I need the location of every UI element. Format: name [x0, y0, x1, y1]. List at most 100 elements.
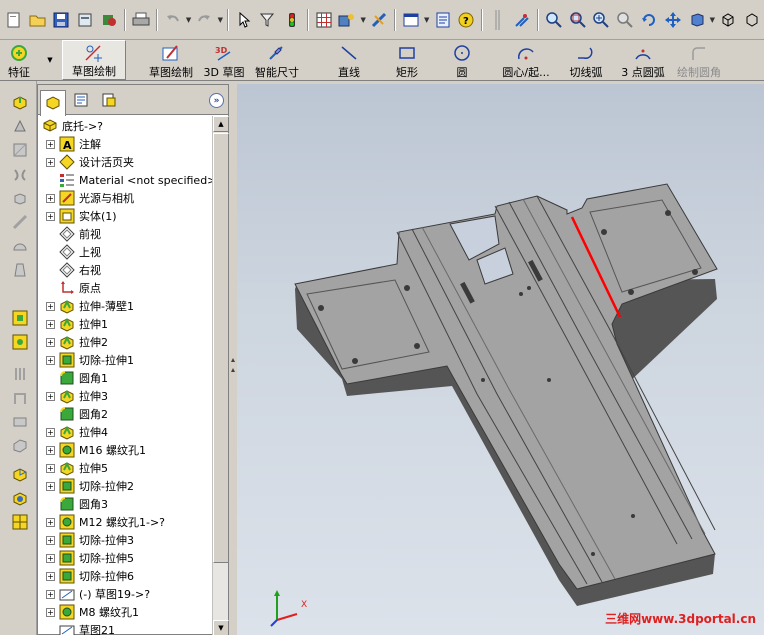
select-filter-icon[interactable]: [257, 9, 279, 31]
measure-icon[interactable]: [368, 9, 390, 31]
tree-item[interactable]: + 光源与相机: [46, 189, 134, 207]
expand-icon[interactable]: +: [46, 319, 55, 329]
tree-item[interactable]: + 切除-拉伸1: [46, 351, 134, 369]
line-button[interactable]: 直线: [326, 40, 372, 80]
tree-item[interactable]: + 拉伸1: [46, 315, 108, 333]
help-icon[interactable]: ?: [455, 9, 477, 31]
tree-item[interactable]: 上视: [46, 243, 101, 261]
tree-item[interactable]: + M8 螺纹孔1: [46, 603, 139, 621]
circle-button[interactable]: 圆: [444, 40, 480, 80]
expand-icon[interactable]: +: [46, 337, 55, 347]
tree-item[interactable]: + 拉伸5: [46, 459, 108, 477]
expand-icon[interactable]: +: [46, 517, 55, 527]
zoom-to-fit-icon[interactable]: [543, 9, 565, 31]
tree-item[interactable]: 原点: [46, 279, 101, 297]
pattern-icon[interactable]: [11, 513, 29, 531]
sketch-button[interactable]: 草图绘制: [142, 40, 200, 80]
chamfer-icon[interactable]: [11, 465, 29, 483]
sketch-tab[interactable]: 草图绘制: [62, 40, 126, 80]
centerpoint-arc-button[interactable]: 圆心/起...: [494, 40, 558, 80]
window-dropdown-icon[interactable]: ▼: [423, 9, 431, 31]
expand-panel-icon[interactable]: »: [209, 93, 224, 108]
tree-item[interactable]: 圆角2: [46, 405, 108, 423]
undo-dropdown-icon[interactable]: ▼: [185, 9, 193, 31]
revolve-icon[interactable]: [11, 117, 29, 135]
revolved-cut-icon[interactable]: [11, 333, 29, 351]
shell-icon[interactable]: [11, 189, 29, 207]
cube-view-icon[interactable]: [717, 9, 739, 31]
grid-icon[interactable]: [313, 9, 335, 31]
tree-item[interactable]: + 切除-拉伸3: [46, 531, 134, 549]
view-orientation-dropdown-icon[interactable]: ▼: [708, 9, 716, 31]
tree-item[interactable]: + 切除-拉伸2: [46, 477, 134, 495]
tree-item[interactable]: + M16 螺纹孔1: [46, 441, 146, 459]
expand-icon[interactable]: +: [46, 481, 55, 491]
tree-item[interactable]: + (-) 草图19->?: [46, 585, 150, 603]
expand-icon[interactable]: +: [46, 391, 55, 401]
tree-item[interactable]: + 拉伸4: [46, 423, 108, 441]
print-icon[interactable]: [130, 9, 152, 31]
open-folder-icon[interactable]: [27, 9, 49, 31]
undo-icon[interactable]: [162, 9, 184, 31]
scroll-down-icon[interactable]: ▼: [213, 620, 229, 635]
smart-dimension-button[interactable]: 智能尺寸: [248, 40, 306, 80]
loft-cut-icon[interactable]: [11, 389, 29, 407]
expand-icon[interactable]: +: [46, 445, 55, 455]
pan-icon[interactable]: [662, 9, 684, 31]
graphics-area[interactable]: X 三维网www.3dportal.cn: [237, 84, 764, 635]
expand-icon[interactable]: +: [46, 157, 55, 167]
expand-icon[interactable]: +: [46, 211, 55, 221]
features-dropdown-icon[interactable]: ▼: [38, 40, 62, 80]
appearance-dropdown-icon[interactable]: ▼: [359, 9, 367, 31]
tree-item[interactable]: 草图21: [46, 621, 115, 635]
save-icon[interactable]: [51, 9, 73, 31]
tree-item[interactable]: + 实体(1): [46, 207, 117, 225]
loft-icon[interactable]: [11, 165, 29, 183]
window-icon[interactable]: [400, 9, 422, 31]
properties-icon[interactable]: [432, 9, 454, 31]
edit-appearance-icon[interactable]: [336, 9, 358, 31]
wireframe-icon[interactable]: [741, 9, 763, 31]
features-tab[interactable]: 特征: [0, 40, 38, 80]
part-model[interactable]: [237, 84, 764, 635]
zoom-area-icon[interactable]: [567, 9, 589, 31]
new-document-icon[interactable]: [3, 9, 25, 31]
tangent-arc-button[interactable]: 切线弧: [558, 40, 614, 80]
draft-icon[interactable]: [11, 261, 29, 279]
tree-item[interactable]: + 拉伸-薄壁1: [46, 297, 134, 315]
sweep-cut-icon[interactable]: [11, 365, 29, 383]
tab-configuration-manager[interactable]: [96, 89, 122, 113]
expand-icon[interactable]: +: [46, 301, 55, 311]
options-icon[interactable]: [98, 9, 120, 31]
panel-splitter[interactable]: [229, 84, 237, 635]
rotate-view-icon[interactable]: [638, 9, 660, 31]
tree-item[interactable]: + A 注解: [46, 135, 101, 153]
extrude-boss-icon[interactable]: [11, 93, 29, 111]
tree-item[interactable]: 圆角1: [46, 369, 108, 387]
expand-icon[interactable]: +: [46, 589, 55, 599]
tree-item[interactable]: + 切除-拉伸5: [46, 549, 134, 567]
expand-icon[interactable]: +: [46, 535, 55, 545]
tree-item[interactable]: 圆角3: [46, 495, 108, 513]
extruded-cut-icon[interactable]: [11, 309, 29, 327]
tree-item[interactable]: + 拉伸3: [46, 387, 108, 405]
expand-icon[interactable]: +: [46, 139, 55, 149]
tree-item[interactable]: Material <not specified>: [46, 171, 212, 189]
scroll-up-icon[interactable]: ▲: [213, 116, 229, 132]
expand-icon[interactable]: +: [46, 607, 55, 617]
hole-icon[interactable]: [11, 413, 29, 431]
zoom-in-out-icon[interactable]: [590, 9, 612, 31]
expand-icon[interactable]: +: [46, 553, 55, 563]
tree-item[interactable]: 右视: [46, 261, 101, 279]
tab-feature-manager[interactable]: [40, 90, 66, 116]
print-preview-icon[interactable]: [74, 9, 96, 31]
tab-property-manager[interactable]: [68, 89, 94, 113]
tree-item[interactable]: 前视: [46, 225, 101, 243]
feature-tree-scrollbar[interactable]: ▲ ▼: [212, 116, 229, 635]
zoom-selection-icon[interactable]: [614, 9, 636, 31]
select-cursor-icon[interactable]: [233, 9, 255, 31]
redo-dropdown-icon[interactable]: ▼: [216, 9, 224, 31]
tree-item[interactable]: + 设计活页夹: [46, 153, 134, 171]
redo-icon[interactable]: [194, 9, 216, 31]
dome-icon[interactable]: [11, 237, 29, 255]
